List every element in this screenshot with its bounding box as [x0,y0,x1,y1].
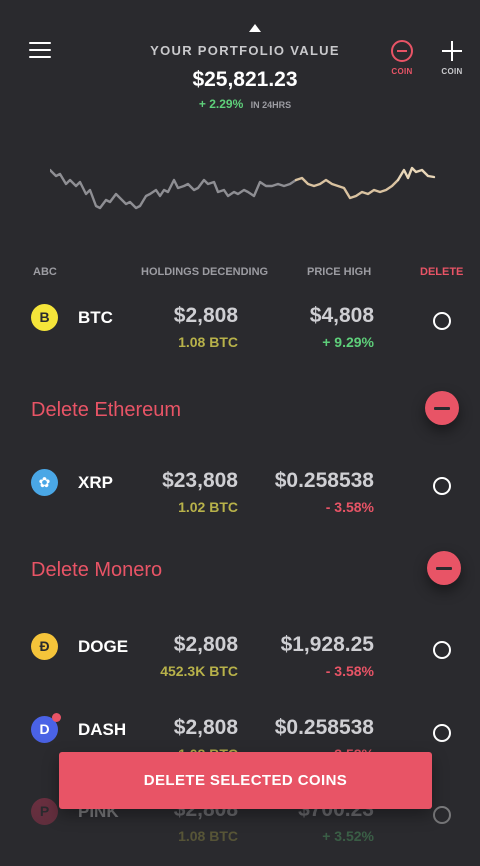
coin-symbol: DOGE [78,637,129,656]
coin-change: - 3.58% [325,663,374,679]
portfolio-chart [50,166,436,210]
coin-holdings-sub: 452.3K BTC [160,663,238,679]
coin-price: $4,808 [309,304,374,327]
delete-row-monero: Delete Monero [0,551,480,601]
plus-icon [441,40,463,62]
coin-holdings: $2,808 [173,633,238,656]
coin-select-radio[interactable] [433,806,451,824]
coin-symbol: BTC [78,308,113,327]
collapse-caret-icon[interactable] [249,24,261,32]
portfolio-change: + 2.29% IN 24HRS [0,97,480,111]
coin-holdings: $2,808 [173,716,238,739]
pink-icon: P [31,798,58,825]
sort-abc[interactable]: ABC [33,266,57,278]
coin-row-btc[interactable]: B BTC $2,808 1.08 BTC $4,808 + 9.29% [0,298,480,368]
coin-change: - 3.58% [325,499,374,515]
coin-select-radio[interactable] [433,724,451,742]
add-coin-button[interactable]: COIN [432,40,472,76]
chart-line-highlight [294,176,400,200]
btc-icon: B [31,304,58,331]
doge-icon: Đ [31,633,58,660]
coin-holdings-sub: 1.02 BTC [178,499,238,515]
sort-price[interactable]: PRICE HIGH [307,266,371,278]
coin-row-xrp[interactable]: ✿ XRP $23,808 1.02 BTC $0.258538 - 3.58% [0,463,480,533]
delete-row-ethereum: Delete Ethereum [0,391,480,441]
delete-row-label: Delete Ethereum [31,399,182,421]
confirm-delete-button[interactable] [425,391,459,425]
notification-dot [52,713,61,722]
confirm-delete-button[interactable] [427,551,461,585]
sort-holdings[interactable]: HOLDINGS DECENDING [141,266,268,278]
coin-price: $1,928.25 [280,633,374,656]
delete-selected-coins-button[interactable]: DELETE SELECTED COINS [59,752,432,809]
coin-price: $0.258538 [274,716,374,739]
coin-price: $0.258538 [274,469,374,492]
minus-circle-icon [391,40,413,62]
coin-holdings: $23,808 [162,469,238,492]
coin-select-radio[interactable] [433,641,451,659]
coin-symbol: XRP [78,473,113,492]
coin-symbol: DASH [78,720,127,739]
coin-row-doge[interactable]: Đ DOGE $2,808 452.3K BTC $1,928.25 - 3.5… [0,627,480,697]
delete-mode[interactable]: DELETE [420,266,463,278]
portfolio-change-period: IN 24HRS [250,100,292,110]
coin-select-radio[interactable] [433,312,451,330]
coin-holdings-sub: 1.08 BTC [178,334,238,350]
coin-select-radio[interactable] [433,477,451,495]
xrp-icon: ✿ [31,469,58,496]
remove-coin-button[interactable]: COIN [382,40,422,76]
remove-coin-label: COIN [391,67,413,76]
add-coin-label: COIN [441,67,463,76]
coin-change: + 9.29% [322,334,374,350]
delete-row-label: Delete Monero [31,559,163,581]
coin-change: + 3.52% [322,828,374,844]
portfolio-change-pct: + 2.29% [198,97,244,111]
coin-holdings: $2,808 [173,304,238,327]
coin-holdings-sub: 1.08 BTC [178,828,238,844]
chart-line-end [396,166,436,182]
chart-line-gray [50,168,298,210]
